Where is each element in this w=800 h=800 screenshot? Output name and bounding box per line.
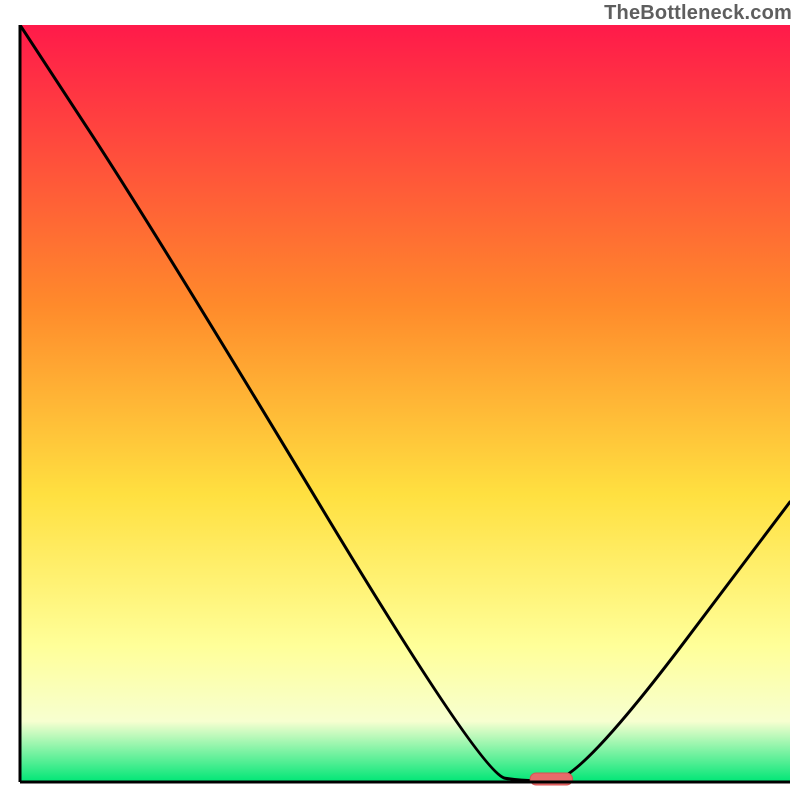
watermark: TheBottleneck.com [604, 2, 792, 25]
chart-container: { "watermark": "TheBottleneck.com", "col… [0, 0, 800, 800]
bottleneck-chart [0, 0, 800, 800]
plot-background [20, 25, 790, 782]
